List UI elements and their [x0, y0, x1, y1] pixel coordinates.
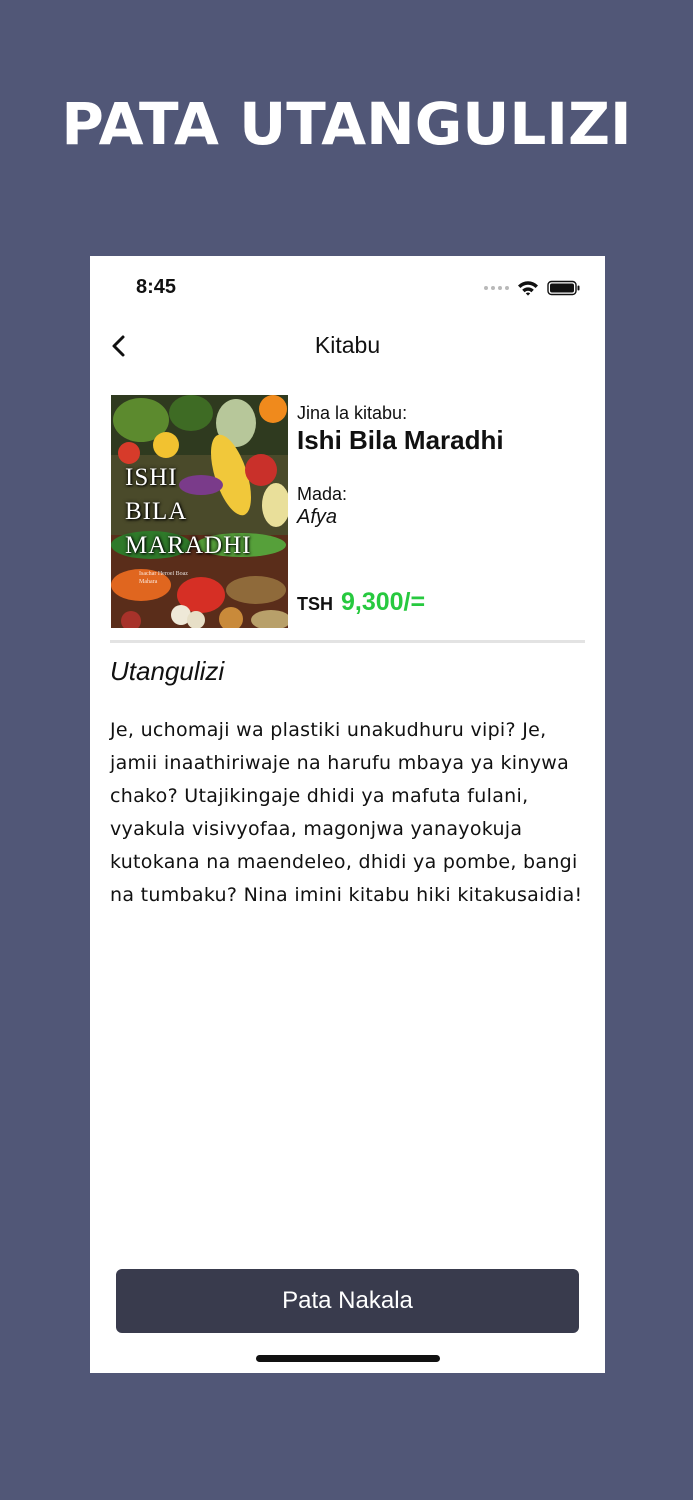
intro-text: Je, uchomaji wa plastiki unakudhuru vipi… — [110, 719, 583, 906]
signal-dots-icon — [484, 286, 509, 290]
status-icons — [484, 278, 581, 298]
currency-label: TSH — [297, 594, 333, 614]
phone-screen: 8:45 Kitabu ISHI BILA MARADHI Isachar He… — [90, 256, 605, 1373]
wifi-icon — [518, 281, 538, 296]
cover-title: ISHI BILA MARADHI — [125, 464, 252, 559]
divider — [110, 640, 585, 643]
promo-heading: PATA UTANGULIZI — [61, 90, 632, 158]
status-time: 8:45 — [136, 276, 177, 298]
home-indicator[interactable] — [256, 1355, 440, 1362]
book-name-label: Jina la kitabu: — [297, 403, 408, 423]
nav-title: Kitabu — [314, 332, 381, 358]
price-value: 9,300/= — [341, 588, 426, 616]
subject-value: Afya — [297, 506, 338, 528]
status-bar: 8:45 — [90, 256, 605, 316]
subject-label: Mada: — [297, 484, 348, 504]
book-title: Ishi Bila Maradhi — [297, 425, 504, 455]
book-cover-image[interactable]: ISHI BILA MARADHI Isachar Heroel Boaz Ma… — [111, 395, 288, 628]
intro-title: Utangulizi — [110, 656, 225, 686]
book-meta: Jina la kitabu: Ishi Bila Maradhi — [297, 402, 587, 456]
battery-icon — [547, 280, 580, 296]
nav-bar: Kitabu — [90, 324, 605, 368]
price-row: TSH 9,300/= — [297, 588, 425, 617]
cover-author: Isachar Heroel Boaz Mahara — [139, 571, 188, 585]
get-copy-button[interactable]: Pata Nakala — [116, 1269, 579, 1333]
